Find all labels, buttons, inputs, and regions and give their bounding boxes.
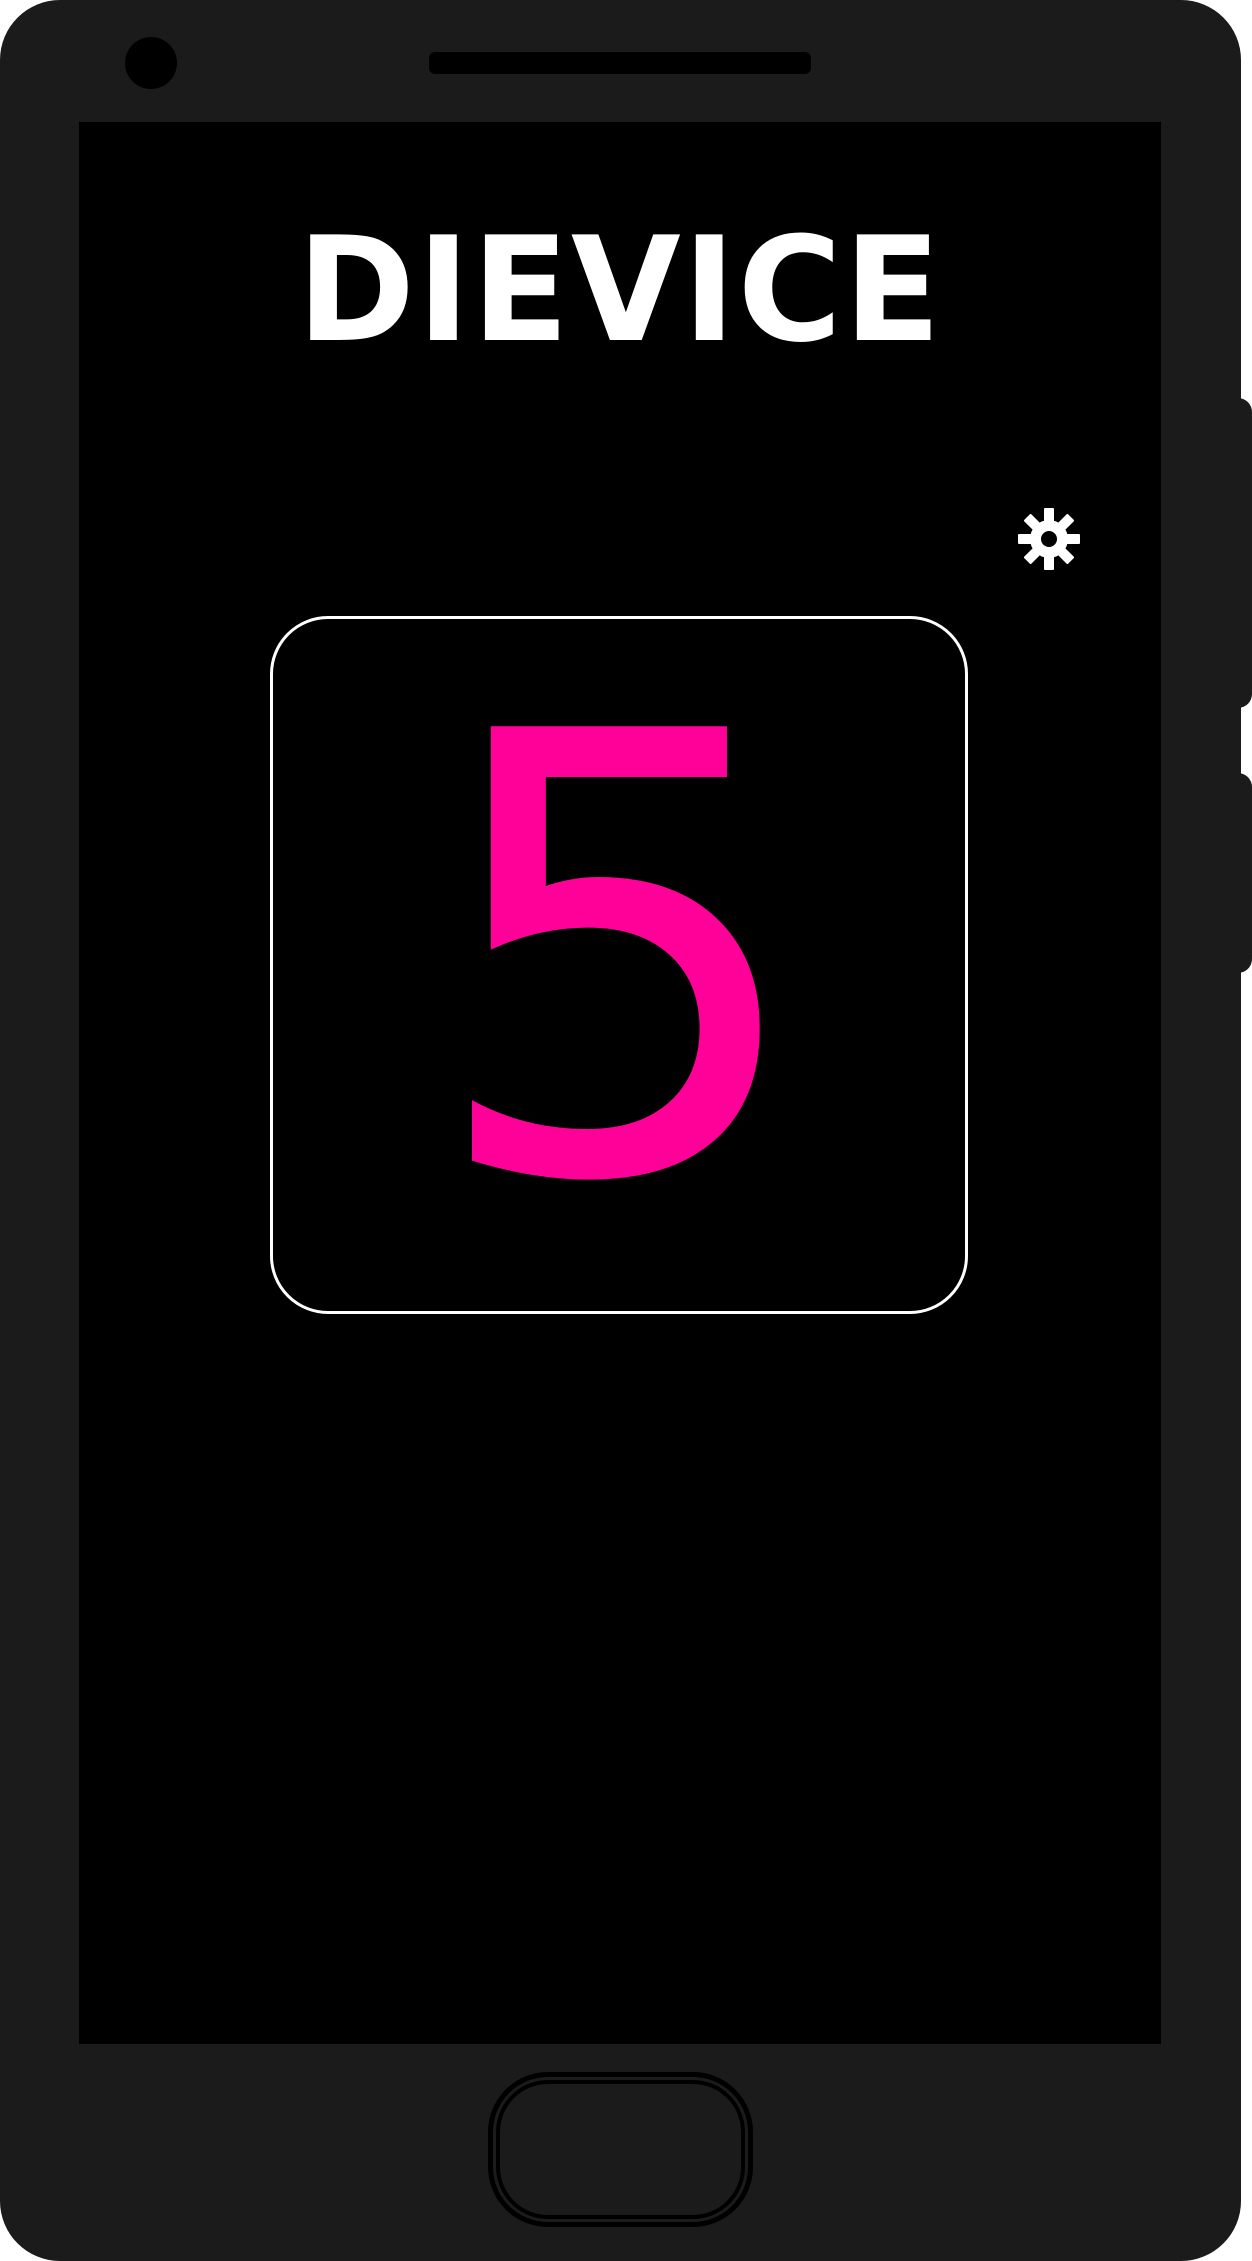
phone-screen: DIEVICE 5: [79, 122, 1161, 2044]
gear-icon[interactable]: [1018, 508, 1080, 570]
counter-display[interactable]: 5: [270, 616, 968, 1314]
app-title: DIEVICE: [297, 206, 943, 375]
power-button[interactable]: [1237, 398, 1252, 708]
earpiece-speaker: [429, 52, 811, 74]
phone-frame: DIEVICE 5: [0, 0, 1241, 2261]
counter-value: 5: [424, 605, 814, 1315]
volume-button[interactable]: [1237, 773, 1252, 973]
home-button[interactable]: [488, 2072, 753, 2227]
front-camera: [125, 37, 177, 89]
